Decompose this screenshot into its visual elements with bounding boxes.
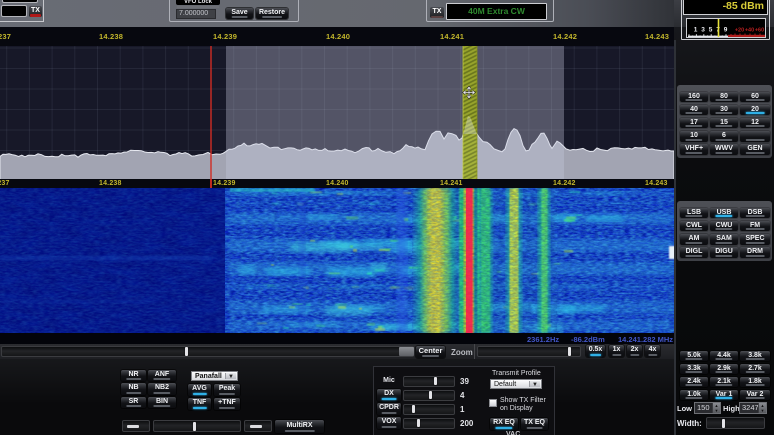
svg-text:+60: +60 xyxy=(755,28,764,34)
svg-text:5: 5 xyxy=(709,27,713,34)
svg-text:1: 1 xyxy=(694,27,698,34)
svg-text:+20: +20 xyxy=(735,28,744,34)
svg-text:+40: +40 xyxy=(745,28,754,34)
svg-text:3: 3 xyxy=(701,27,705,34)
svg-text:9: 9 xyxy=(724,27,728,34)
